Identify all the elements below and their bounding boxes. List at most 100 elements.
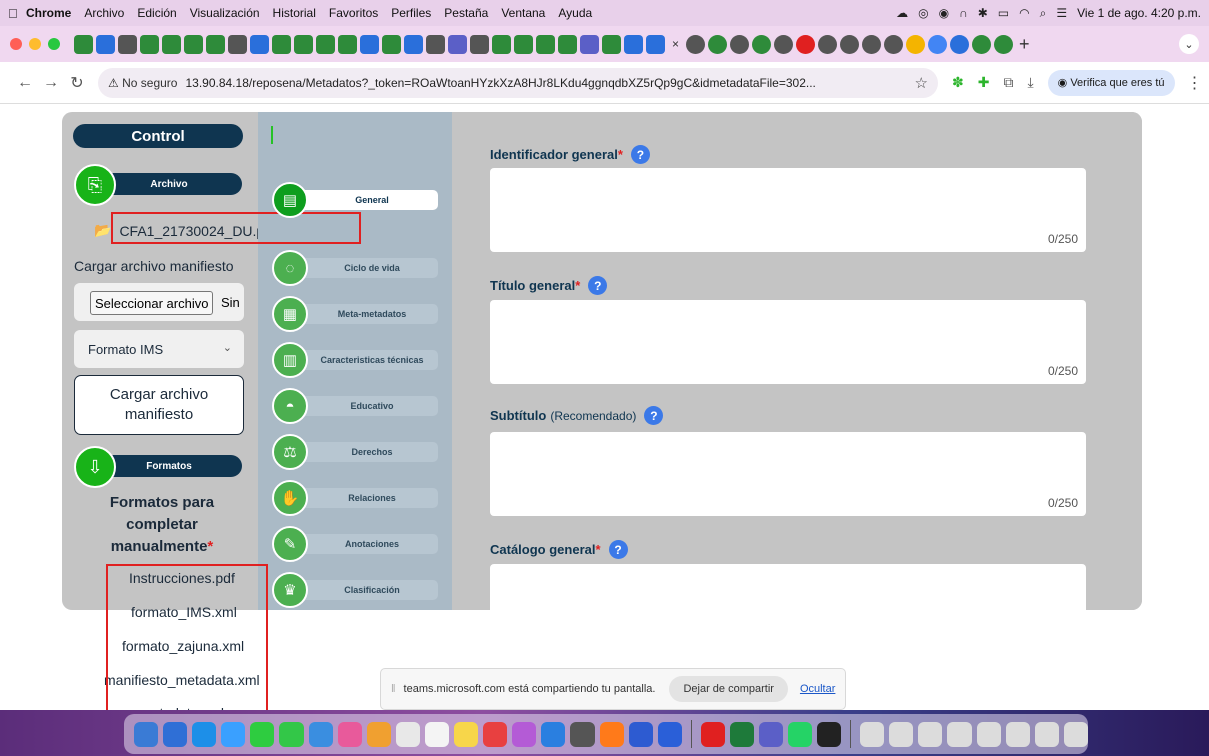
menu-clock[interactable]: Vie 1 de ago. 4:20 p.m. [1077,6,1201,20]
tab-favicon[interactable] [928,34,948,54]
tab-favicon[interactable] [646,34,665,54]
tab-favicon[interactable] [730,34,750,54]
dock-app-icon[interactable] [788,721,813,747]
dock-app-icon[interactable] [134,721,159,747]
help-icon[interactable]: ? [608,540,628,559]
battery-icon[interactable]: ▭ [998,6,1009,20]
bluetooth-icon[interactable]: ✱ [978,6,988,20]
tab-favicon[interactable] [140,34,159,54]
dock-app-icon[interactable] [279,721,304,747]
dock-app-icon[interactable] [700,721,725,747]
menu-ventana[interactable]: Ventana [501,6,545,20]
tab-favicon[interactable] [404,34,423,54]
nav-item-clasificacion[interactable]: ♛ Clasificación [272,572,442,608]
dock-app-icon[interactable] [758,721,784,747]
menu-app-name[interactable]: Chrome [26,6,71,20]
bookmark-star-icon[interactable]: ☆ [915,74,928,92]
tab-favicon[interactable] [558,34,577,54]
dock-app-icon[interactable] [918,721,943,747]
dock-app-icon[interactable] [628,721,653,747]
nav-item-caracteristicas-tecnicas[interactable]: ▥ Caracteristicas técnicas [272,342,442,378]
dock-app-icon[interactable] [976,721,1001,747]
wifi-icon[interactable]: ◠ [1019,6,1029,20]
dock-app-icon[interactable] [163,721,188,747]
tab-favicon[interactable] [272,34,291,54]
tab-favicon[interactable] [514,34,533,54]
dock-app-icon[interactable] [1063,721,1088,747]
tab-search-chevron-icon[interactable]: ⌄ [1179,34,1199,54]
help-icon[interactable]: ? [588,276,608,295]
dock-app-icon[interactable] [541,721,566,747]
titulo-textarea[interactable]: 0/250 [490,300,1086,384]
dock-app-icon[interactable] [1005,721,1030,747]
tab-favicon[interactable] [228,34,247,54]
tab-favicon[interactable] [862,34,882,54]
new-tab-icon[interactable]: + [1019,34,1030,55]
tab-favicon[interactable] [162,34,181,54]
dock-app-icon[interactable] [337,721,362,747]
close-tab-icon[interactable]: × [672,37,679,51]
tab-favicon[interactable] [840,34,860,54]
cloud-icon[interactable]: ☁ [896,6,908,20]
menu-ayuda[interactable]: Ayuda [558,6,592,20]
drag-handle-icon[interactable]: ‖ [391,683,396,695]
identificador-textarea[interactable]: 0/250 [490,168,1086,252]
url-field[interactable]: ⚠ No seguro 13.90.84.18/reposena/Metadat… [98,67,938,98]
dock-app-icon[interactable] [599,721,624,747]
nav-item-anotaciones[interactable]: ✎ Anotaciones [272,526,442,562]
extension-plus-icon[interactable]: ✚ [978,74,990,91]
tab-favicon[interactable] [602,34,621,54]
tab-favicon[interactable] [96,34,115,54]
tab-favicon[interactable] [492,34,511,54]
tab-favicon[interactable] [950,34,970,54]
minimize-window-button[interactable] [29,38,41,50]
dock-app-icon[interactable] [657,721,682,747]
dock-app-icon[interactable] [729,721,754,747]
help-icon[interactable]: ? [644,406,664,425]
control-center-icon[interactable]: ☰ [1056,6,1067,20]
tab-favicon[interactable] [184,34,203,54]
tab-favicon[interactable] [818,34,838,54]
dock-app-icon[interactable] [483,721,508,747]
menu-historial[interactable]: Historial [273,6,316,20]
tab-favicon[interactable] [796,34,816,54]
dock-app-icon[interactable] [889,721,914,747]
dock-app-icon[interactable] [570,721,595,747]
camera-icon[interactable]: ◎ [918,6,928,20]
tab-favicon[interactable] [884,34,904,54]
dock-app-icon[interactable] [221,721,246,747]
dock-app-icon[interactable] [512,721,537,747]
stop-sharing-button[interactable]: Dejar de compartir [669,676,788,702]
load-manifest-button[interactable]: Cargar archivo manifiesto [74,375,244,435]
close-window-button[interactable] [10,38,22,50]
dock-app-icon[interactable] [250,721,275,747]
headphones-icon[interactable]: ∩ [959,6,968,20]
menu-visualizacion[interactable]: Visualización [190,6,260,20]
dock-app-icon[interactable] [817,721,842,747]
zoom-window-button[interactable] [48,38,60,50]
nav-item-relaciones[interactable]: ✋ Relaciones [272,480,442,516]
tab-favicon[interactable] [624,34,643,54]
dock-app-icon[interactable] [1034,721,1059,747]
profile-verify-button[interactable]: ◉ Verifica que eres tú [1047,69,1175,96]
tab-favicon[interactable] [360,34,379,54]
tab-favicon[interactable] [448,34,467,54]
dock-app-icon[interactable] [192,721,217,747]
tab-favicon[interactable] [316,34,335,54]
tab-favicon[interactable] [250,34,269,54]
search-icon[interactable]: ⌕ [1040,6,1047,21]
subtitulo-textarea[interactable]: 0/250 [490,432,1086,516]
tab-favicon[interactable] [972,34,992,54]
more-menu-icon[interactable]: ⋮ [1187,73,1203,93]
nav-item-derechos[interactable]: ⚖ Derechos [272,434,442,470]
dock-app-icon[interactable] [947,721,972,747]
help-icon[interactable]: ? [630,145,650,164]
tab-favicon[interactable] [118,34,137,54]
status-icon[interactable]: ◉ [939,6,949,20]
hide-link[interactable]: Ocultar [800,683,835,695]
nav-item-educativo[interactable]: ◓ Educativo [272,388,442,424]
dock-app-icon[interactable] [366,721,391,747]
catalogo-textarea[interactable] [490,564,1086,610]
tab-favicon[interactable] [470,34,489,54]
dock-app-icon[interactable] [454,721,479,747]
